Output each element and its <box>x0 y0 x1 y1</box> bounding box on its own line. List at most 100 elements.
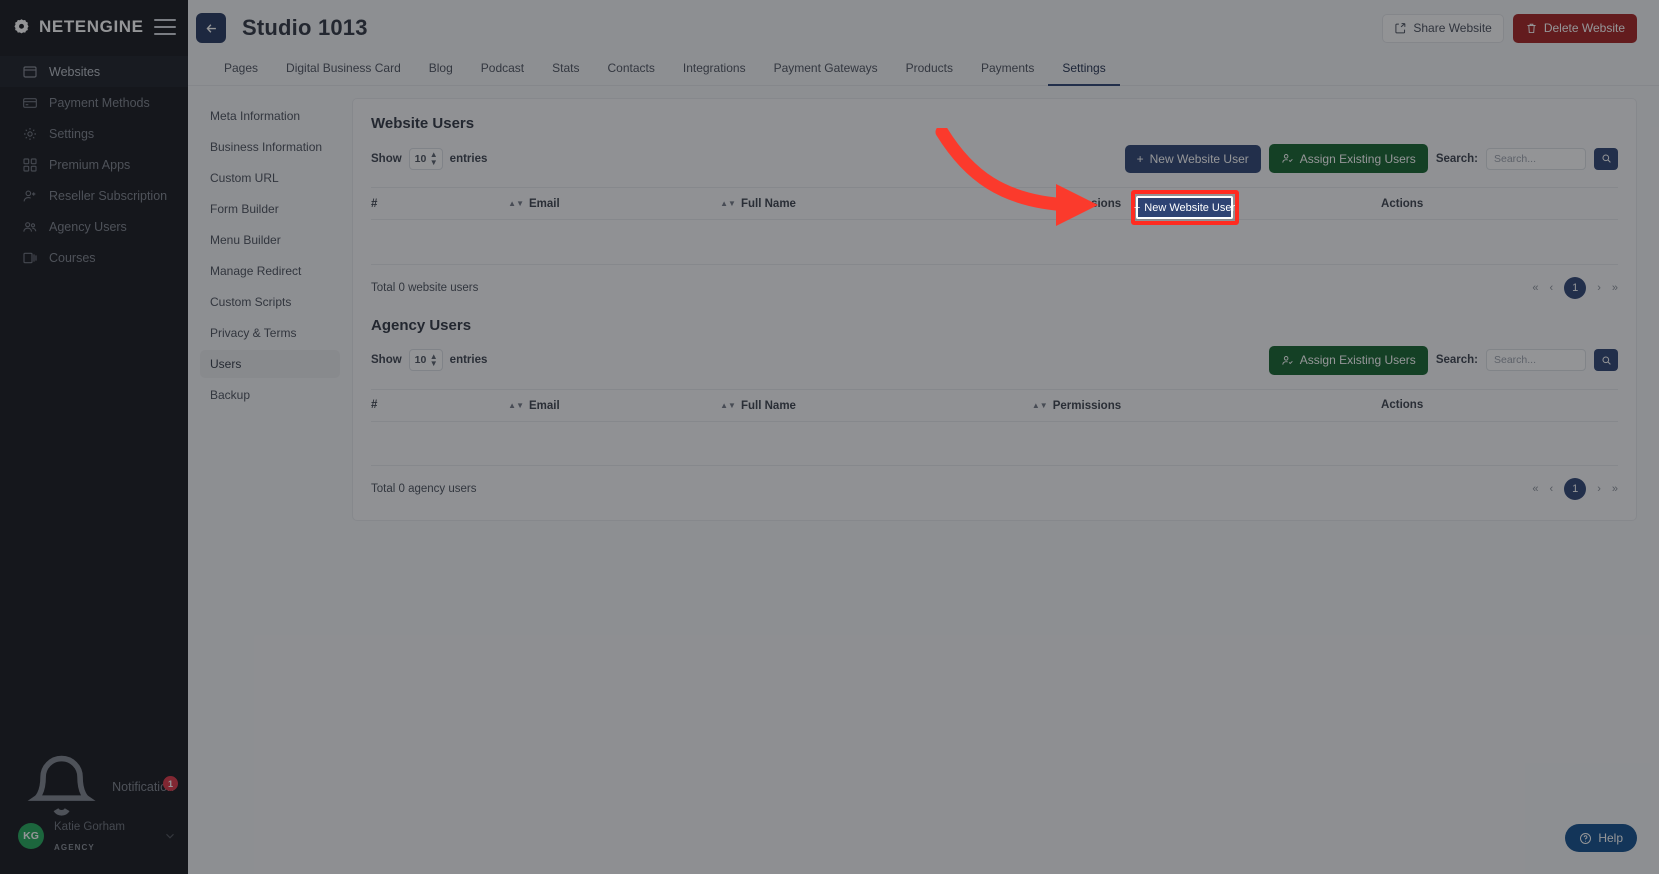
page-first[interactable]: « <box>1532 483 1538 495</box>
page-prev[interactable]: ‹ <box>1550 282 1554 294</box>
new-website-user-button[interactable]: + New Website User <box>1124 144 1261 173</box>
sidebar-item-label: Premium Apps <box>49 157 131 172</box>
share-icon <box>1395 22 1406 33</box>
col-full-name[interactable]: ▲▼ Full Name <box>720 388 1032 422</box>
col-email[interactable]: ▲▼ Email <box>508 388 721 422</box>
sidebar-item-label: Settings <box>49 126 95 141</box>
sidebar-item-label: Payment Methods <box>49 95 150 110</box>
agency-users-page-size-select[interactable]: 10 ▲ ▼ <box>408 349 443 371</box>
subnav-item-form-builder[interactable]: Form Builder <box>200 195 340 223</box>
sidebar-item-agency-users[interactable]: Agency Users <box>0 211 188 242</box>
agency-users-controls: Show 10 ▲ ▼ entries Assign Existing Users <box>371 345 1618 375</box>
sidebar-item-payment-methods[interactable]: Payment Methods <box>0 87 188 118</box>
subnav-item-users[interactable]: Users <box>200 350 340 378</box>
gear-logo-icon <box>14 18 29 33</box>
tab-digital-business-card[interactable]: Digital Business Card <box>272 61 415 86</box>
user-check-icon <box>1282 154 1293 163</box>
tab-blog[interactable]: Blog <box>415 61 467 86</box>
agency-users-footer: Total 0 agency users « ‹ 1 › » <box>371 465 1618 500</box>
help-button[interactable]: Help <box>1565 824 1637 852</box>
subnav-item-backup[interactable]: Backup <box>200 381 340 409</box>
page-prev[interactable]: ‹ <box>1550 483 1554 495</box>
trash-icon <box>1527 23 1536 33</box>
page-next[interactable]: › <box>1597 483 1601 495</box>
hamburger-menu-icon[interactable] <box>154 19 176 35</box>
search-placeholder: Search... <box>1494 354 1537 366</box>
assign-existing-users-button-website[interactable]: Assign Existing Users <box>1268 144 1428 173</box>
page-size-value: 10 <box>414 152 427 165</box>
tab-podcast[interactable]: Podcast <box>467 61 538 86</box>
website-users-total: Total 0 website users <box>371 281 479 294</box>
app-root: NETENGINE Websites Payment Methods Setti… <box>0 0 1659 874</box>
table-header-row: # ▲▼ Email ▲▼ Full Name ▲▼ Permissions Acti… <box>371 187 1618 220</box>
brand-header: NETENGINE <box>0 0 188 54</box>
page-current[interactable]: 1 <box>1564 478 1587 500</box>
col-full-name[interactable]: ▲▼ Full Name <box>720 187 1032 220</box>
tab-products[interactable]: Products <box>892 61 967 86</box>
subnav-item-custom-url[interactable]: Custom URL <box>200 164 340 192</box>
profile-role: AGENCY <box>54 843 95 852</box>
subnav-item-menu-builder[interactable]: Menu Builder <box>200 226 340 254</box>
tab-pages[interactable]: Pages <box>210 61 272 86</box>
back-button[interactable] <box>196 13 226 43</box>
assign-existing-users-label: Assign Existing Users <box>1299 151 1416 166</box>
col-actions: Actions <box>1381 187 1618 220</box>
sort-icon: ▲▼ <box>720 400 736 410</box>
page-size-value: 10 <box>414 354 427 366</box>
sidebar-item-reseller-subscription[interactable]: Reseller Subscription <box>0 180 188 211</box>
page-current[interactable]: 1 <box>1564 276 1587 299</box>
subnav-item-meta-information[interactable]: Meta Information <box>200 102 340 130</box>
col-email[interactable]: ▲▼ Email <box>508 187 721 220</box>
tab-payment-gateways[interactable]: Payment Gateways <box>760 61 892 86</box>
stepper-icon: ▲ ▼ <box>429 150 438 167</box>
website-users-page-size-select[interactable]: 10 ▲ ▼ <box>408 147 443 170</box>
sort-icon: ▲▼ <box>1031 199 1048 208</box>
website-users-search-input[interactable]: Search... <box>1486 147 1586 170</box>
subnav-item-business-information[interactable]: Business Information <box>200 133 340 161</box>
col-actions: Actions <box>1381 388 1618 422</box>
page-first[interactable]: « <box>1532 282 1538 294</box>
main-content: Studio 1013 Share Website Delete Website… <box>188 0 1659 874</box>
search-label: Search: <box>1435 152 1478 165</box>
tab-contacts[interactable]: Contacts <box>594 61 669 86</box>
sidebar-item-websites[interactable]: Websites <box>0 56 188 87</box>
header-actions: Share Website Delete Website <box>1382 13 1637 43</box>
highlighted-new-website-user-button[interactable]: + New Website User <box>1134 196 1235 219</box>
sidebar-item-notification[interactable]: Notification 1 <box>0 756 188 816</box>
sort-icon: ▲▼ <box>508 199 524 208</box>
col-permissions[interactable]: ▲▼ Permissions <box>1031 388 1382 422</box>
delete-website-label: Delete Website <box>1543 21 1625 35</box>
assign-existing-users-label: Assign Existing Users <box>1299 353 1416 367</box>
tab-settings[interactable]: Settings <box>1048 61 1120 86</box>
page-last[interactable]: » <box>1612 282 1618 294</box>
magnifier-icon <box>1601 355 1611 365</box>
assign-existing-users-button-agency[interactable]: Assign Existing Users <box>1268 345 1428 375</box>
sidebar-item-premium-apps[interactable]: Premium Apps <box>0 149 188 180</box>
website-users-search-button[interactable] <box>1594 147 1618 170</box>
website-users-pagination: « ‹ 1 › » <box>1532 276 1618 299</box>
page-next[interactable]: › <box>1597 282 1601 294</box>
delete-website-button[interactable]: Delete Website <box>1512 13 1637 43</box>
agency-users-search-input[interactable]: Search... <box>1486 349 1586 371</box>
share-website-button[interactable]: Share Website <box>1382 13 1504 43</box>
website-users-title: Website Users <box>371 115 475 132</box>
sidebar-item-courses[interactable]: Courses <box>0 242 188 273</box>
website-users-table: # ▲▼ Email ▲▼ Full Name ▲▼ Permissions Acti… <box>371 187 1618 254</box>
tab-stats[interactable]: Stats <box>538 61 593 86</box>
page-last[interactable]: » <box>1612 483 1618 495</box>
entries-label: entries <box>449 152 488 165</box>
show-label: Show <box>371 152 402 165</box>
tab-integrations[interactable]: Integrations <box>669 61 760 86</box>
sidebar-item-settings[interactable]: Settings <box>0 118 188 149</box>
subnav-item-manage-redirect[interactable]: Manage Redirect <box>200 257 340 285</box>
magnifier-icon <box>1601 154 1611 163</box>
sidebar-item-label: Agency Users <box>49 219 127 234</box>
subnav-item-privacy-terms[interactable]: Privacy & Terms <box>200 319 340 347</box>
tab-payments[interactable]: Payments <box>967 61 1048 86</box>
subnav-item-custom-scripts[interactable]: Custom Scripts <box>200 288 340 316</box>
agency-users-table-body <box>371 421 1618 455</box>
chevron-down-icon[interactable] <box>164 830 176 842</box>
sort-icon: ▲▼ <box>1031 400 1048 410</box>
empty-row <box>371 421 1618 455</box>
agency-users-search-button[interactable] <box>1594 349 1618 371</box>
